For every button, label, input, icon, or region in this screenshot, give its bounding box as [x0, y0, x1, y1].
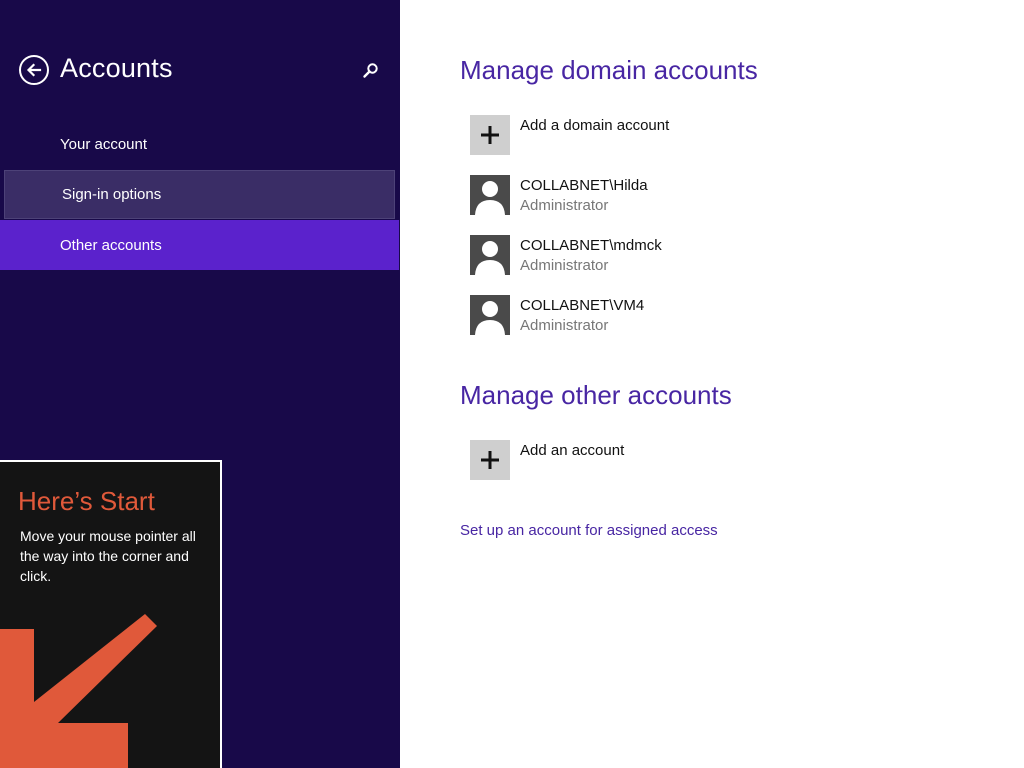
domain-accounts-heading: Manage domain accounts: [460, 55, 758, 85]
account-role: Administrator: [520, 317, 609, 334]
sidebar-item-other-accounts[interactable]: Other accounts: [0, 220, 399, 270]
account-name: COLLABNET\VM4: [520, 297, 645, 314]
plus-icon: [470, 115, 510, 155]
sidebar-item-sign-in-options[interactable]: Sign-in options: [4, 170, 395, 219]
domain-account-item[interactable]: COLLABNET\VM4 Administrator: [470, 295, 870, 335]
other-accounts-heading: Manage other accounts: [460, 380, 732, 410]
add-domain-account-button[interactable]: Add a domain account: [470, 115, 870, 155]
account-name: COLLABNET\mdmck: [520, 237, 662, 254]
account-role: Administrator: [520, 197, 609, 214]
add-domain-account-label: Add a domain account: [520, 117, 670, 134]
page-title: Accounts: [60, 53, 173, 83]
back-arrow-icon: [26, 63, 42, 77]
sidebar-item-label: Your account: [60, 135, 148, 153]
plus-icon: [470, 440, 510, 480]
sidebar-item-label: Other accounts: [60, 236, 162, 254]
account-name: COLLABNET\Hilda: [520, 177, 648, 194]
start-tip-body: Move your mouse pointer all the way into…: [20, 528, 196, 584]
add-account-button[interactable]: Add an account: [470, 440, 870, 480]
main-content: Manage domain accounts Add a domain acco…: [400, 0, 1024, 768]
assigned-access-link[interactable]: Set up an account for assigned access: [460, 522, 718, 539]
user-avatar-icon: [470, 295, 510, 335]
search-button[interactable]: [360, 60, 382, 82]
user-avatar-icon: [470, 175, 510, 215]
domain-account-item[interactable]: COLLABNET\mdmck Administrator: [470, 235, 870, 275]
start-tip-title: Here’s Start: [18, 486, 155, 516]
sidebar-item-label: Sign-in options: [62, 186, 162, 203]
user-avatar-icon: [470, 235, 510, 275]
search-icon: [363, 63, 378, 78]
corner-arrow-icon: [0, 614, 157, 768]
back-button[interactable]: [19, 55, 49, 85]
start-tip-popup: Here’s Start Move your mouse pointer all…: [0, 460, 222, 768]
add-account-label: Add an account: [520, 442, 625, 459]
domain-account-item[interactable]: COLLABNET\Hilda Administrator: [470, 175, 870, 215]
sidebar-item-your-account[interactable]: Your account: [0, 119, 400, 169]
account-role: Administrator: [520, 257, 609, 274]
